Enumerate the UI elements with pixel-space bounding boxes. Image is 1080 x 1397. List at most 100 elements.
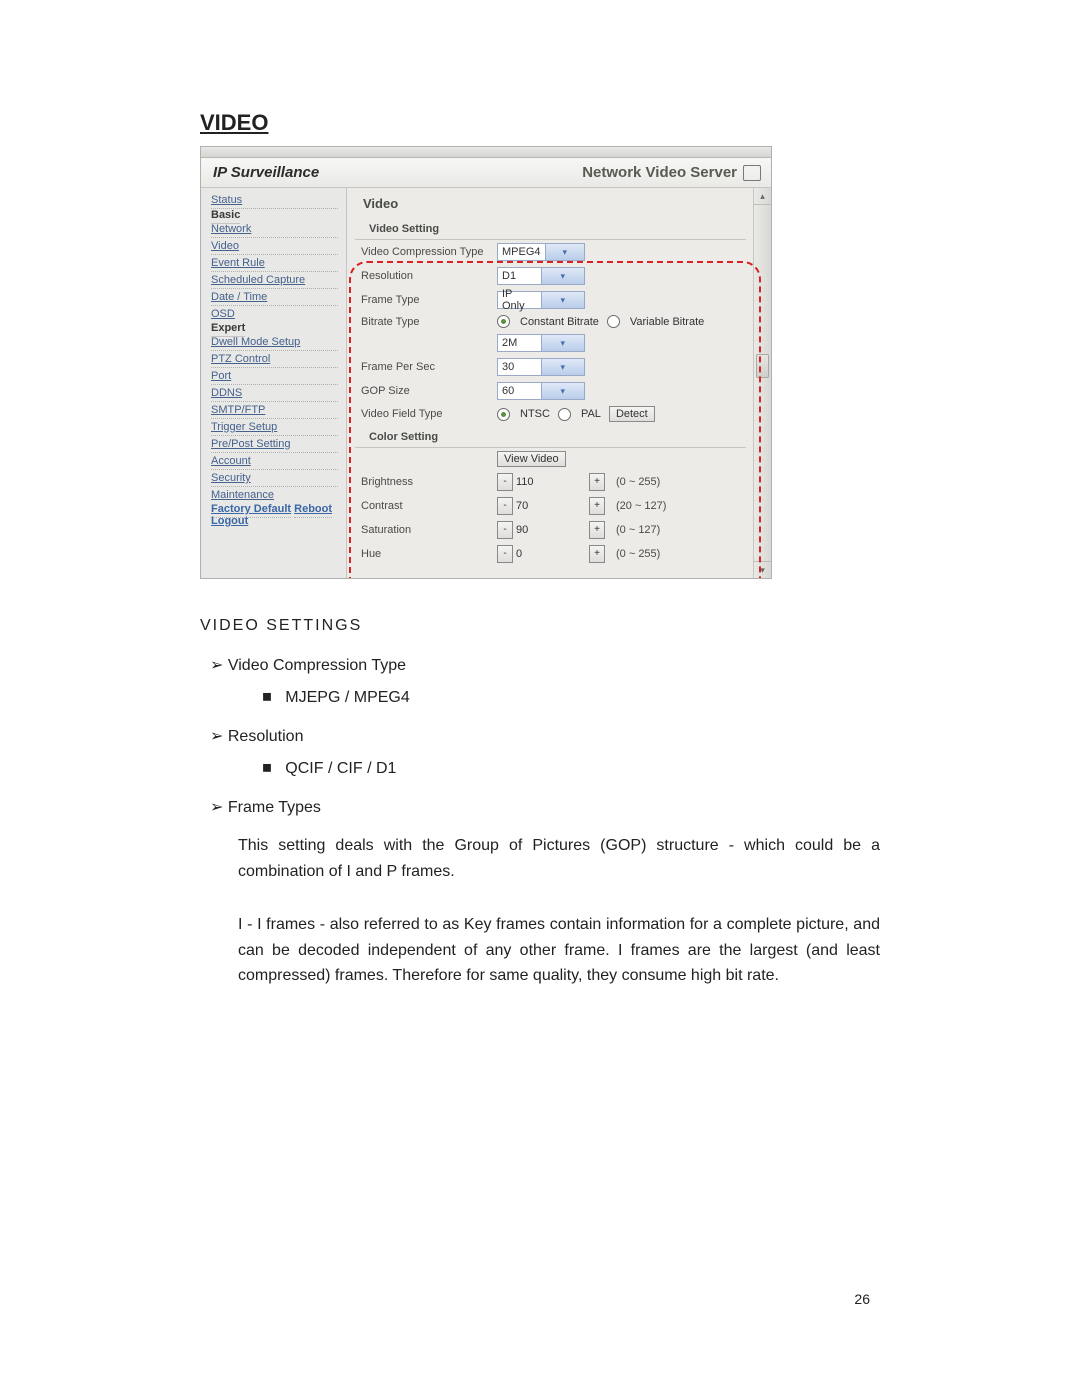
saturation-plus-button[interactable]: + <box>589 521 605 539</box>
hue-plus-button[interactable]: + <box>589 545 605 563</box>
contrast-input[interactable]: 70 <box>516 500 528 512</box>
chevron-down-icon: ▾ <box>541 268 585 284</box>
select-resolution[interactable]: D1 ▾ <box>497 267 585 285</box>
label-hue: Hue <box>361 548 489 560</box>
chevron-down-icon: ▾ <box>541 292 585 308</box>
brightness-minus-button[interactable]: - <box>497 473 513 491</box>
view-video-button[interactable]: View Video <box>497 451 566 467</box>
label-contrast: Contrast <box>361 500 489 512</box>
label-fps: Frame Per Sec <box>361 361 489 373</box>
radio-pal[interactable] <box>558 408 571 421</box>
doc-item-vct-opts: MJEPG / MPEG4 <box>285 689 409 706</box>
doc-heading: VIDEO <box>200 110 880 136</box>
row-view-video: View Video <box>347 448 754 470</box>
sidebar-item-scheduled-capture[interactable]: Scheduled Capture <box>211 272 338 289</box>
saturation-input[interactable]: 90 <box>516 524 528 536</box>
panel-title: Video <box>347 188 754 217</box>
radio-variable-label: Variable Bitrate <box>630 316 704 328</box>
label-bitrate-type: Bitrate Type <box>361 316 489 328</box>
sidebar-item-security[interactable]: Security <box>211 470 338 487</box>
select-bitrate[interactable]: 2M ▾ <box>497 334 585 352</box>
row-bitrate-value: 2M ▾ <box>347 331 754 355</box>
scroll-down-icon[interactable]: ▾ <box>754 561 771 578</box>
sidebar-item-port[interactable]: Port <box>211 368 338 385</box>
sidebar-action-logout[interactable]: Logout <box>211 511 248 529</box>
sidebar-item-ptz[interactable]: PTZ Control <box>211 351 338 368</box>
group-video-setting: Video Setting <box>355 217 746 240</box>
sidebar-item-account[interactable]: Account <box>211 453 338 470</box>
scroll-track[interactable] <box>754 204 771 562</box>
sidebar-section-expert: Expert <box>211 318 245 337</box>
sidebar-item-event-rule[interactable]: Event Rule <box>211 255 338 272</box>
scroll-thumb[interactable] <box>756 354 769 378</box>
select-gop[interactable]: 60 ▾ <box>497 382 585 400</box>
chevron-down-icon: ▾ <box>545 244 584 260</box>
contrast-minus-button[interactable]: - <box>497 497 513 515</box>
radio-constant-label: Constant Bitrate <box>520 316 599 328</box>
select-compression[interactable]: MPEG4 ▾ <box>497 243 585 261</box>
sidebar-item-date-time[interactable]: Date / Time <box>211 289 338 306</box>
label-brightness: Brightness <box>361 476 489 488</box>
app-title: Network Video Server <box>582 164 761 181</box>
hue-input[interactable]: 0 <box>516 548 522 560</box>
app-window: IP Surveillance Network Video Server Sta… <box>200 146 772 579</box>
doc-para-ft2: I - I frames - also referred to as Key f… <box>238 912 880 989</box>
contrast-plus-button[interactable]: + <box>589 497 605 515</box>
row-frame-type: Frame Type IP Only ▾ <box>347 288 754 312</box>
doc-body: Video Compression Type MJEPG / MPEG4 Res… <box>200 653 880 989</box>
sidebar-item-ddns[interactable]: DDNS <box>211 385 338 402</box>
hue-range: (0 ~ 255) <box>616 548 660 560</box>
saturation-minus-button[interactable]: - <box>497 521 513 539</box>
sidebar-item-video[interactable]: Video <box>211 238 338 255</box>
label-field-type: Video Field Type <box>361 408 489 420</box>
radio-variable-bitrate[interactable] <box>607 315 620 328</box>
brightness-input[interactable]: 110 <box>516 476 534 488</box>
scrollbar[interactable]: ▴ ▾ <box>753 188 771 578</box>
row-bitrate-type: Bitrate Type Constant Bitrate Variable B… <box>347 312 754 331</box>
sidebar-item-network[interactable]: Network <box>211 221 338 238</box>
radio-ntsc-label: NTSC <box>520 408 550 420</box>
row-fps: Frame Per Sec 30 ▾ <box>347 355 754 379</box>
hue-minus-button[interactable]: - <box>497 545 513 563</box>
radio-constant-bitrate[interactable] <box>497 315 510 328</box>
sidebar-item-prepost[interactable]: Pre/Post Setting <box>211 436 338 453</box>
chevron-down-icon: ▾ <box>541 335 585 351</box>
radio-pal-label: PAL <box>581 408 601 420</box>
sidebar-item-trigger[interactable]: Trigger Setup <box>211 419 338 436</box>
chevron-down-icon: ▾ <box>541 383 585 399</box>
doc-item-frame-types: Frame Types <box>228 799 321 816</box>
label-saturation: Saturation <box>361 524 489 536</box>
row-brightness: Brightness - 110 + (0 ~ 255) <box>347 470 754 494</box>
app-title-text: Network Video Server <box>582 164 737 181</box>
select-fps[interactable]: 30 ▾ <box>497 358 585 376</box>
sidebar-item-dwell[interactable]: Dwell Mode Setup <box>211 334 338 351</box>
sidebar-section-basic: Basic <box>211 205 240 224</box>
row-saturation: Saturation - 90 + (0 ~ 127) <box>347 518 754 542</box>
label-frame-type: Frame Type <box>361 294 489 306</box>
sidebar-action-reboot[interactable]: Reboot <box>294 499 332 518</box>
group-color-setting: Color Setting <box>355 425 746 448</box>
app-logo: IP Surveillance <box>213 164 319 181</box>
contrast-range: (20 ~ 127) <box>616 500 666 512</box>
radio-ntsc[interactable] <box>497 408 510 421</box>
page-number: 26 <box>854 1291 870 1307</box>
row-compression: Video Compression Type MPEG4 ▾ <box>347 240 754 264</box>
doc-subheading: VIDEO SETTINGS <box>200 617 880 635</box>
doc-item-vct: Video Compression Type <box>228 657 406 674</box>
label-gop: GOP Size <box>361 385 489 397</box>
camera-icon <box>743 165 761 181</box>
detect-button[interactable]: Detect <box>609 406 655 422</box>
sidebar-item-smtp[interactable]: SMTP/FTP <box>211 402 338 419</box>
doc-para-ft1: This setting deals with the Group of Pic… <box>238 833 880 884</box>
label-compression: Video Compression Type <box>361 246 489 258</box>
scroll-up-icon[interactable]: ▴ <box>754 188 771 205</box>
brightness-plus-button[interactable]: + <box>589 473 605 491</box>
doc-item-res: Resolution <box>228 728 304 745</box>
app-header: IP Surveillance Network Video Server <box>201 158 771 188</box>
doc-item-res-opts: QCIF / CIF / D1 <box>285 760 396 777</box>
app-tabbar <box>201 147 771 158</box>
row-resolution: Resolution D1 ▾ <box>347 264 754 288</box>
saturation-range: (0 ~ 127) <box>616 524 660 536</box>
select-frame-type[interactable]: IP Only ▾ <box>497 291 585 309</box>
sidebar: Status Basic Network Video Event Rule Sc… <box>201 188 347 578</box>
